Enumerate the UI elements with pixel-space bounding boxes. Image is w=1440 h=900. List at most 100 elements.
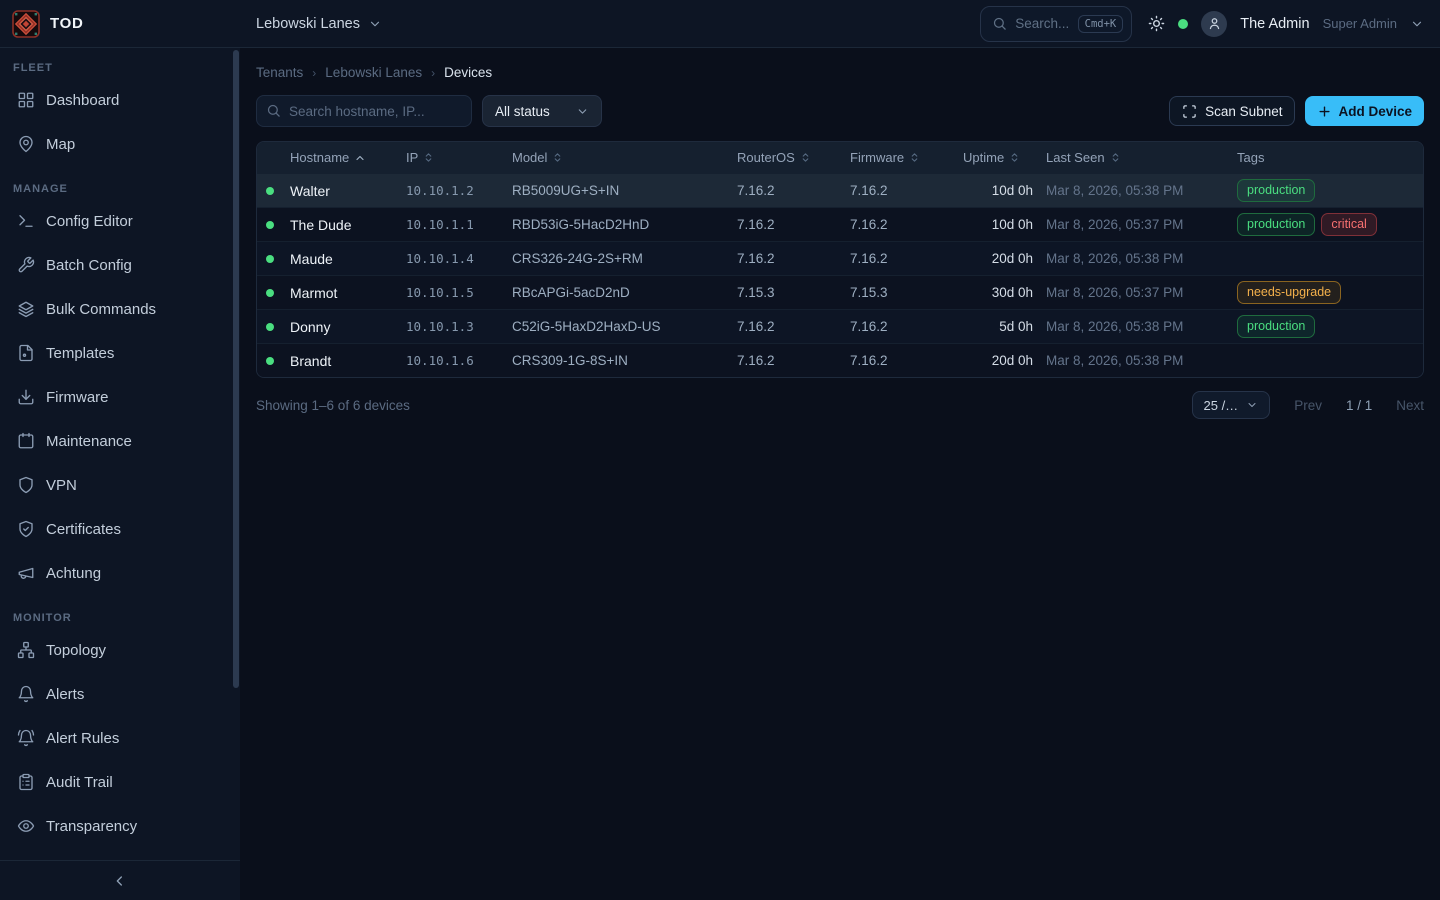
sort-icon: [1110, 152, 1121, 163]
device-model: RBcAPGi-5acD2nD: [505, 285, 730, 300]
sidebar-item-achtung[interactable]: Achtung: [6, 551, 234, 595]
column-header-model[interactable]: Model: [505, 150, 730, 165]
scan-subnet-button[interactable]: Scan Subnet: [1169, 96, 1295, 126]
app-logo-icon: [12, 10, 40, 38]
device-status-dot: [266, 357, 274, 365]
sidebar-nav: FLEET Dashboard Map MANAGE Config Editor…: [0, 48, 240, 860]
add-device-button[interactable]: Add Device: [1305, 96, 1424, 126]
device-hostname: The Dude: [283, 217, 399, 233]
sidebar-item-alert-rules[interactable]: Alert Rules: [6, 716, 234, 760]
sidebar-item-firmware[interactable]: Firmware: [6, 375, 234, 419]
bell-ring-icon: [17, 729, 35, 747]
sidebar-item-batch-config[interactable]: Batch Config: [6, 243, 234, 287]
devices-toolbar: All status Scan Subnet Add Device: [256, 95, 1424, 127]
sidebar-item-transparency[interactable]: Transparency: [6, 804, 234, 848]
global-search-placeholder: Search...: [1015, 16, 1069, 31]
chevron-down-icon: [576, 105, 589, 118]
sidebar-item-config-editor[interactable]: Config Editor: [6, 199, 234, 243]
avatar[interactable]: [1201, 11, 1227, 37]
sidebar-item-label: Achtung: [46, 565, 101, 582]
sidebar-item-maintenance[interactable]: Maintenance: [6, 419, 234, 463]
sidebar-item-label: Alert Rules: [46, 730, 119, 747]
status-filter-select[interactable]: All status: [482, 95, 602, 127]
connection-status-dot: [1178, 19, 1188, 29]
device-firmware: 7.16.2: [843, 353, 956, 368]
sidebar-item-vpn[interactable]: VPN: [6, 463, 234, 507]
clipboard-list-icon: [17, 773, 35, 791]
sidebar-item-map[interactable]: Map: [6, 122, 234, 166]
device-row-brandt[interactable]: Brandt 10.10.1.6 CRS309-1G-8S+IN 7.16.2 …: [257, 343, 1423, 377]
device-row-maude[interactable]: Maude 10.10.1.4 CRS326-24G-2S+RM 7.16.2 …: [257, 241, 1423, 275]
breadcrumb: Tenants›Lebowski Lanes›Devices: [256, 65, 1424, 80]
sidebar-item-certificates[interactable]: Certificates: [6, 507, 234, 551]
device-ip: 10.10.1.1: [399, 217, 505, 232]
search-icon: [266, 103, 281, 118]
device-routeros: 7.16.2: [730, 353, 843, 368]
device-model: RB5009UG+S+IN: [505, 183, 730, 198]
device-firmware: 7.16.2: [843, 319, 956, 334]
device-model: C52iG-5HaxD2HaxD-US: [505, 319, 730, 334]
device-firmware: 7.16.2: [843, 217, 956, 232]
device-firmware: 7.15.3: [843, 285, 956, 300]
download-icon: [17, 388, 35, 406]
device-tags: needs-upgrade: [1230, 281, 1423, 304]
sidebar: FLEET Dashboard Map MANAGE Config Editor…: [0, 48, 240, 900]
sidebar-item-bulk-commands[interactable]: Bulk Commands: [6, 287, 234, 331]
sidebar-section-manage: MANAGE: [6, 183, 234, 195]
column-header-tags: Tags: [1230, 150, 1423, 165]
column-header-ip[interactable]: IP: [399, 150, 505, 165]
breadcrumb-item-devices: Devices: [444, 65, 492, 80]
add-device-label: Add Device: [1338, 104, 1412, 119]
breadcrumb-item-lebowski-lanes[interactable]: Lebowski Lanes: [325, 65, 422, 80]
global-search[interactable]: Search... Cmd+K: [980, 6, 1132, 42]
page-size-value: 25 /…: [1204, 398, 1239, 413]
sidebar-item-templates[interactable]: Templates: [6, 331, 234, 375]
device-row-marmot[interactable]: Marmot 10.10.1.5 RBcAPGi-5acD2nD 7.15.3 …: [257, 275, 1423, 309]
prev-page-button[interactable]: Prev: [1294, 398, 1322, 413]
device-routeros: 7.16.2: [730, 319, 843, 334]
next-page-button[interactable]: Next: [1396, 398, 1424, 413]
sort-icon: [800, 152, 811, 163]
column-header-last-seen[interactable]: Last Seen: [1039, 150, 1230, 165]
sidebar-item-alerts[interactable]: Alerts: [6, 672, 234, 716]
sidebar-collapse-button[interactable]: [0, 860, 240, 900]
device-row-donny[interactable]: Donny 10.10.1.3 C52iG-5HaxD2HaxD-US 7.16…: [257, 309, 1423, 343]
breadcrumb-item-tenants[interactable]: Tenants: [256, 65, 303, 80]
device-last-seen: Mar 8, 2026, 05:38 PM: [1039, 319, 1230, 334]
tag-production: production: [1237, 213, 1315, 236]
tenant-selector[interactable]: Lebowski Lanes: [256, 16, 382, 32]
device-ip: 10.10.1.5: [399, 285, 505, 300]
user-menu-chevron-icon[interactable]: [1410, 17, 1424, 31]
device-row-the-dude[interactable]: The Dude 10.10.1.1 RBD53iG-5HacD2HnD 7.1…: [257, 207, 1423, 241]
device-uptime: 10d 0h: [956, 217, 1039, 232]
device-hostname: Donny: [283, 319, 399, 335]
shield-icon: [17, 476, 35, 494]
topbar: TOD Lebowski Lanes Search... Cmd+K: [0, 0, 1440, 48]
device-last-seen: Mar 8, 2026, 05:38 PM: [1039, 251, 1230, 266]
sidebar-item-dashboard[interactable]: Dashboard: [6, 78, 234, 122]
device-uptime: 30d 0h: [956, 285, 1039, 300]
sidebar-item-label: Dashboard: [46, 92, 119, 109]
page-size-select[interactable]: 25 /…: [1192, 391, 1271, 419]
device-routeros: 7.16.2: [730, 183, 843, 198]
theme-toggle-sun-icon[interactable]: [1148, 15, 1165, 32]
device-tags: production: [1230, 315, 1423, 338]
showing-count: Showing 1–6 of 6 devices: [256, 398, 410, 413]
device-row-walter[interactable]: Walter 10.10.1.2 RB5009UG+S+IN 7.16.2 7.…: [257, 173, 1423, 207]
sidebar-item-label: Alerts: [46, 686, 84, 703]
device-search-input[interactable]: [256, 95, 472, 127]
column-header-firmware[interactable]: Firmware: [843, 150, 956, 165]
device-status-dot: [266, 289, 274, 297]
device-model: RBD53iG-5HacD2HnD: [505, 217, 730, 232]
column-header-uptime[interactable]: Uptime: [956, 150, 1039, 165]
sidebar-item-label: Batch Config: [46, 257, 132, 274]
search-shortcut-badge: Cmd+K: [1078, 15, 1124, 33]
column-header-hostname[interactable]: Hostname: [283, 150, 399, 165]
device-model: CRS326-24G-2S+RM: [505, 251, 730, 266]
column-header-routeros[interactable]: RouterOS: [730, 150, 843, 165]
page-indicator: 1 / 1: [1346, 398, 1372, 413]
sidebar-item-audit-trail[interactable]: Audit Trail: [6, 760, 234, 804]
sidebar-item-topology[interactable]: Topology: [6, 628, 234, 672]
sidebar-scrollbar[interactable]: [233, 50, 239, 688]
sidebar-item-label: Bulk Commands: [46, 301, 156, 318]
